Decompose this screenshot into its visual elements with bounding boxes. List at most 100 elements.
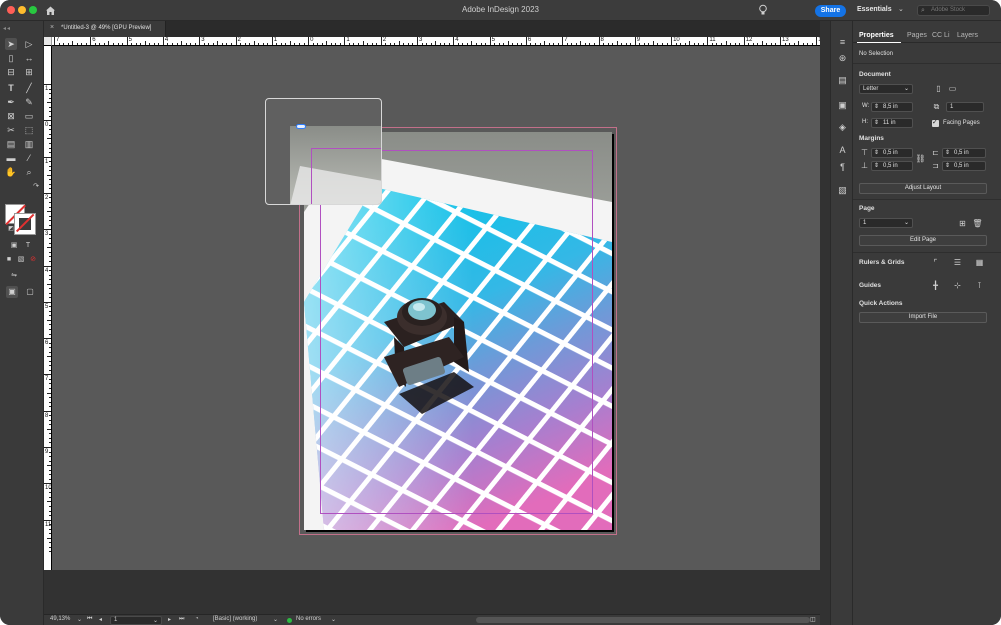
adjust-layout-button[interactable]: Adjust Layout [859, 183, 987, 194]
height-field[interactable]: ⇕ 11 in [871, 118, 913, 128]
pages-count-field[interactable]: 1 [946, 102, 984, 112]
content-placer-icon[interactable]: ⊞ [23, 66, 35, 78]
stroke-swatch[interactable] [14, 213, 36, 235]
pencil-tool-icon[interactable]: ✎ [23, 96, 35, 108]
default-fill-stroke-icon[interactable]: ◩ [5, 223, 17, 235]
portrait-orientation-icon[interactable]: ▯ [933, 83, 944, 94]
ruler-icon[interactable]: ⌜ [930, 257, 941, 268]
apply-color-icon[interactable]: ■ [3, 254, 15, 266]
apply-none-icon[interactable]: ⊘ [27, 254, 39, 266]
first-page-icon[interactable]: ⏮ [87, 616, 92, 623]
rectangle-frame-tool-icon[interactable]: ⊠ [5, 110, 17, 122]
page-field[interactable]: 1 ⌄ [110, 616, 162, 625]
pages-icon[interactable]: ▤ [837, 75, 848, 85]
show-guides-icon[interactable]: ╋ [930, 280, 941, 291]
workspace-switcher[interactable]: Essentials [857, 6, 892, 13]
chevron-down-icon[interactable]: ⌄ [153, 617, 158, 624]
swatches-icon[interactable]: ▧ [837, 185, 848, 195]
content-collector-icon[interactable]: ⊟ [5, 66, 17, 78]
chevron-down-icon[interactable]: ⌄ [273, 616, 278, 623]
margin-bottom-field[interactable]: ⇕ 0,5 in [871, 161, 913, 171]
scissors-tool-icon[interactable]: ✂ [5, 124, 17, 136]
chevron-down-icon[interactable]: ⌄ [77, 616, 82, 623]
next-page-icon[interactable]: ▸ [168, 616, 171, 623]
facing-pages-checkbox[interactable] [932, 118, 939, 127]
smart-guides-icon[interactable]: ⊺ [974, 280, 985, 291]
vertical-scrollbar[interactable] [820, 37, 830, 614]
lightbulb-icon[interactable] [758, 4, 768, 16]
page-size-select[interactable]: Letter ⌄ [859, 84, 913, 94]
margin-inside-field[interactable]: ⇕ 0,5 in [942, 148, 986, 158]
chevron-down-icon[interactable]: ⌄ [898, 5, 904, 13]
lock-guides-icon[interactable]: ⊹ [952, 280, 963, 291]
width-field[interactable]: ⇕ 8,5 in [871, 102, 913, 112]
horizontal-scrollbar[interactable] [476, 617, 810, 623]
gradient-feather-tool-icon[interactable]: ▥ [23, 138, 35, 150]
pen-tool-icon[interactable]: ✒ [5, 96, 17, 108]
zoom-tool-icon[interactable]: ⌕ [23, 166, 35, 178]
vertical-ruler[interactable]: 101234567891011 [44, 46, 52, 570]
stepper-icon[interactable]: ⇕ [874, 103, 879, 111]
line-tool-icon[interactable]: ╱ [23, 82, 35, 94]
preflight-profile[interactable]: [Basic] (working) [213, 616, 257, 622]
character-styles-icon[interactable]: A [837, 145, 848, 155]
screen-mode-icon[interactable]: ▢ [24, 286, 36, 298]
baseline-grid-icon[interactable]: ☰ [952, 257, 963, 268]
page-select[interactable]: 1 ⌄ [859, 218, 913, 228]
direct-selection-tool-icon[interactable]: ▷ [23, 38, 35, 50]
free-transform-tool-icon[interactable]: ⬚ [23, 124, 35, 136]
trash-icon[interactable]: 🗑 [972, 218, 983, 229]
gradient-swatch-tool-icon[interactable]: ▤ [5, 138, 17, 150]
tab-layers[interactable]: Layers [957, 32, 978, 39]
stepper-icon[interactable]: ⇕ [874, 119, 879, 127]
chevron-down-icon[interactable]: ⌄ [331, 616, 336, 623]
import-file-button[interactable]: Import File [859, 312, 987, 323]
apply-gradient-icon[interactable]: ▧ [15, 254, 27, 266]
type-tool-icon[interactable]: T [5, 82, 17, 94]
rectangle-tool-icon[interactable]: ▭ [23, 110, 35, 122]
adobe-stock-search[interactable]: ⌕ Adobe Stock [917, 5, 990, 16]
link-icon[interactable] [296, 124, 306, 129]
swap-fill-stroke-icon[interactable]: ↷ [30, 181, 42, 193]
stepper-icon[interactable]: ⇕ [945, 162, 950, 170]
formatting-container-icon[interactable]: ▣ [8, 240, 20, 252]
last-page-icon[interactable]: ⏭ [179, 616, 184, 623]
hamburger-menu-icon[interactable]: ≡ [837, 37, 848, 47]
note-tool-icon[interactable]: ▬ [5, 152, 17, 164]
margin-outside-field[interactable]: ⇕ 0,5 in [942, 161, 986, 171]
stepper-icon[interactable]: ⇕ [945, 149, 950, 157]
share-button[interactable]: Share [815, 5, 846, 17]
previous-page-icon[interactable]: ◂ [99, 616, 102, 623]
ruler-origin[interactable] [44, 37, 52, 46]
comments-icon[interactable]: ▣ [837, 100, 848, 110]
edit-page-button[interactable]: Edit Page [859, 235, 987, 246]
add-page-icon[interactable]: ⊞ [957, 218, 968, 229]
tab-pages[interactable]: Pages [907, 32, 927, 39]
document-tab[interactable]: × *Untitled-3 @ 49% [GPU Preview] [44, 21, 166, 37]
navigator-popup[interactable] [265, 98, 382, 205]
tab-properties[interactable]: Properties [859, 32, 894, 39]
close-tab-icon[interactable]: × [50, 24, 54, 31]
split-window-icon[interactable]: ◫ [810, 616, 816, 623]
cc-libraries-icon[interactable]: ⊛ [837, 53, 848, 63]
panel-grip[interactable]: ◂◂ [3, 25, 11, 32]
formatting-text-icon[interactable]: T [22, 240, 34, 252]
horizontal-ruler[interactable]: 765432101234567891011121314 [52, 37, 820, 46]
selection-tool-icon[interactable]: ➤ [5, 38, 17, 50]
preflight-icon[interactable]: ◔ [195, 616, 199, 622]
page-tool-icon[interactable]: ▯ [5, 52, 17, 64]
eyedropper-tool-icon[interactable]: ⁄ [23, 152, 35, 164]
landscape-orientation-icon[interactable]: ▭ [947, 83, 958, 94]
gap-tool-icon[interactable]: ↔ [23, 52, 35, 64]
normal-view-mode-icon[interactable]: ▣ [6, 286, 18, 298]
link-margins-icon[interactable]: ⛓ [915, 153, 926, 164]
stepper-icon[interactable]: ⇕ [874, 149, 879, 157]
zoom-level[interactable]: 49,13% [50, 616, 70, 622]
toggle-icon[interactable]: ⇋ [8, 270, 20, 282]
document-grid-icon[interactable]: ▦ [974, 257, 985, 268]
tab-cc-libraries[interactable]: CC Li [932, 32, 950, 39]
paragraph-styles-icon[interactable]: ¶ [837, 162, 848, 172]
hand-tool-icon[interactable]: ✋ [5, 166, 17, 178]
margin-top-field[interactable]: ⇕ 0,5 in [871, 148, 913, 158]
stepper-icon[interactable]: ⇕ [874, 162, 879, 170]
